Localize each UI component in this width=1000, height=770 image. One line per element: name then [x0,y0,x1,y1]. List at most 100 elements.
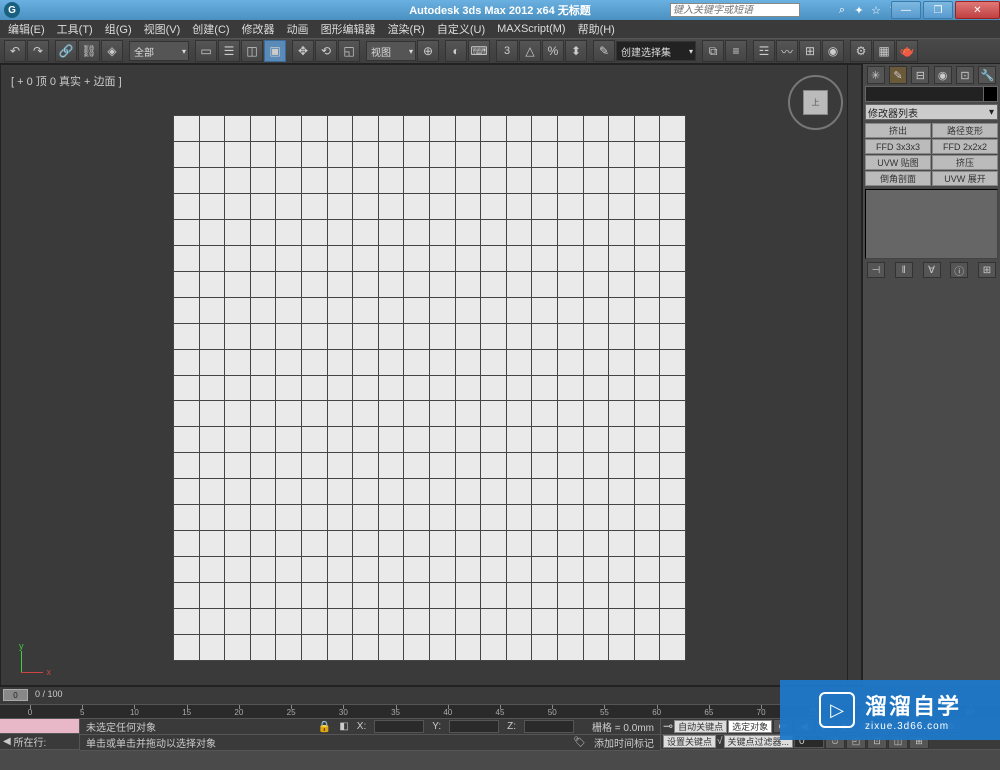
menu-tools[interactable]: 工具(T) [51,21,99,37]
watermark-play-icon: ▷ [819,692,855,728]
watermark: ▷ 溜溜自学 zixue.3d66.com [780,680,1000,740]
show-end-result-button[interactable]: ‖ [895,262,913,278]
set-key-button[interactable]: 设置关键点 [663,735,716,748]
menu-animation[interactable]: 动画 [281,21,315,37]
mod-squeeze[interactable]: 挤压 [932,155,998,170]
viewport-vscrollbar[interactable] [847,65,861,685]
x-coord-input[interactable] [374,720,424,733]
menu-modifiers[interactable]: 修改器 [236,21,281,37]
y-coord-input[interactable] [449,720,499,733]
modifier-list-dropdown[interactable]: 修改器列表 [865,104,998,120]
selected-button[interactable]: 选定对象 [728,720,772,733]
menu-group[interactable]: 组(G) [99,21,138,37]
bind-button[interactable]: ◈ [101,40,123,62]
redo-button[interactable]: ↷ [27,40,49,62]
mod-path-deform[interactable]: 路径变形 [932,123,998,138]
mod-uvw-map[interactable]: UVW 贴图 [865,155,931,170]
keyboard-shortcut-button[interactable]: ⌨ [468,40,490,62]
viewcube[interactable]: 上 [788,75,843,130]
menu-customize[interactable]: 自定义(U) [431,21,491,37]
menu-maxscript[interactable]: MAXScript(M) [491,23,571,35]
time-slider-thumb[interactable]: 0 [3,689,28,701]
mod-extrude[interactable]: 挤出 [865,123,931,138]
remove-modifier-button[interactable]: ⓘ [950,262,968,278]
status-pink-indicator[interactable] [0,719,79,734]
close-button[interactable]: ✕ [955,1,1000,19]
modify-tab[interactable]: ✎ [889,66,907,84]
select-button[interactable]: ▭ [195,40,217,62]
mirror-button[interactable]: ⧉ [702,40,724,62]
layers-button[interactable]: ☲ [753,40,775,62]
undo-button[interactable]: ↶ [4,40,26,62]
selection-filter-dropdown[interactable]: 全部 [129,41,189,61]
viewcube-face[interactable]: 上 [803,90,828,115]
viewport-label[interactable]: [ + 0 顶 0 真实 + 边面 ] [11,73,122,89]
z-coord-input[interactable] [524,720,574,733]
viewport[interactable]: [ + 0 顶 0 真实 + 边面 ] 上 [0,64,862,686]
edit-named-sel-button[interactable]: ✎ [593,40,615,62]
spinner-snap-button[interactable]: ⬍ [565,40,587,62]
mod-ffd2[interactable]: FFD 2x2x2 [932,139,998,154]
rotate-button[interactable]: ⟲ [315,40,337,62]
mod-uvw-unwrap[interactable]: UVW 展开 [932,171,998,186]
menu-graph-editors[interactable]: 图形编辑器 [315,21,382,37]
named-selection-dropdown[interactable]: 创建选择集 [616,41,696,61]
key-icon[interactable]: ⊸ [663,719,673,733]
link-button[interactable]: 🔗 [55,40,77,62]
menu-rendering[interactable]: 渲染(R) [382,21,431,37]
move-button[interactable]: ✥ [292,40,314,62]
pivot-button[interactable]: ⊕ [417,40,439,62]
schematic-button[interactable]: ⊞ [799,40,821,62]
maximize-button[interactable]: ❐ [923,1,953,19]
menu-create[interactable]: 创建(C) [186,21,235,37]
time-tag-icon[interactable]: 🏷 [573,737,586,748]
z-label: Z: [507,721,516,732]
make-unique-button[interactable]: ∀ [923,262,941,278]
icon-1[interactable]: ⌕ [835,3,849,17]
mod-bevel-profile[interactable]: 倒角剖面 [865,171,931,186]
motion-tab[interactable]: ◉ [934,66,952,84]
auto-key-button[interactable]: 自动关键点 [674,720,727,733]
stack-controls: ⊣ ‖ ∀ ⓘ ⊞ [865,262,998,278]
mod-ffd3[interactable]: FFD 3x3x3 [865,139,931,154]
unlink-button[interactable]: ⛓ [78,40,100,62]
menu-edit[interactable]: 编辑(E) [2,21,51,37]
selection-status: 未选定任何对象 [86,719,156,734]
lock-icon[interactable]: 🔒 [318,720,332,733]
render-frame-button[interactable]: ▦ [873,40,895,62]
material-editor-button[interactable]: ◉ [822,40,844,62]
select-manipulate-button[interactable]: ◐ [445,40,467,62]
window-crossing-button[interactable]: ▣ [264,40,286,62]
angle-snap-button[interactable]: △ [519,40,541,62]
align-button[interactable]: ≡ [725,40,747,62]
menu-help[interactable]: 帮助(H) [572,21,621,37]
isolate-icon[interactable]: ◧ [339,721,348,732]
object-name-input[interactable] [865,86,998,102]
scale-button[interactable]: ◱ [338,40,360,62]
render-button[interactable]: 🫖 [896,40,918,62]
select-region-button[interactable]: ◫ [241,40,263,62]
configure-sets-button[interactable]: ⊞ [978,262,996,278]
snap-toggle-button[interactable]: 3 [496,40,518,62]
hierarchy-tab[interactable]: ⊟ [911,66,929,84]
modifier-stack[interactable] [865,189,998,259]
pin-stack-button[interactable]: ⊣ [867,262,885,278]
object-color-swatch[interactable] [983,87,997,101]
curve-editor-button[interactable]: 〰 [776,40,798,62]
icon-2[interactable]: ✦ [852,3,866,17]
select-name-button[interactable]: ☰ [218,40,240,62]
viewport-grid[interactable] [173,115,685,660]
utilities-tab[interactable]: 🔧 [978,66,996,84]
icon-3[interactable]: ☆ [869,3,883,17]
render-setup-button[interactable]: ⚙ [850,40,872,62]
ref-coord-dropdown[interactable]: 视图 [366,41,416,61]
modifier-buttons: 挤出 路径变形 FFD 3x3x3 FFD 2x2x2 UVW 贴图 挤压 倒角… [865,123,998,186]
add-time-tag[interactable]: 添加时间标记 [594,735,654,750]
create-tab[interactable]: ✳ [867,66,885,84]
percent-snap-button[interactable]: % [542,40,564,62]
key-mode-icon[interactable]: √ [717,736,723,747]
search-input[interactable] [670,3,800,17]
menu-views[interactable]: 视图(V) [138,21,187,37]
display-tab[interactable]: ⊡ [956,66,974,84]
minimize-button[interactable]: — [891,1,921,19]
